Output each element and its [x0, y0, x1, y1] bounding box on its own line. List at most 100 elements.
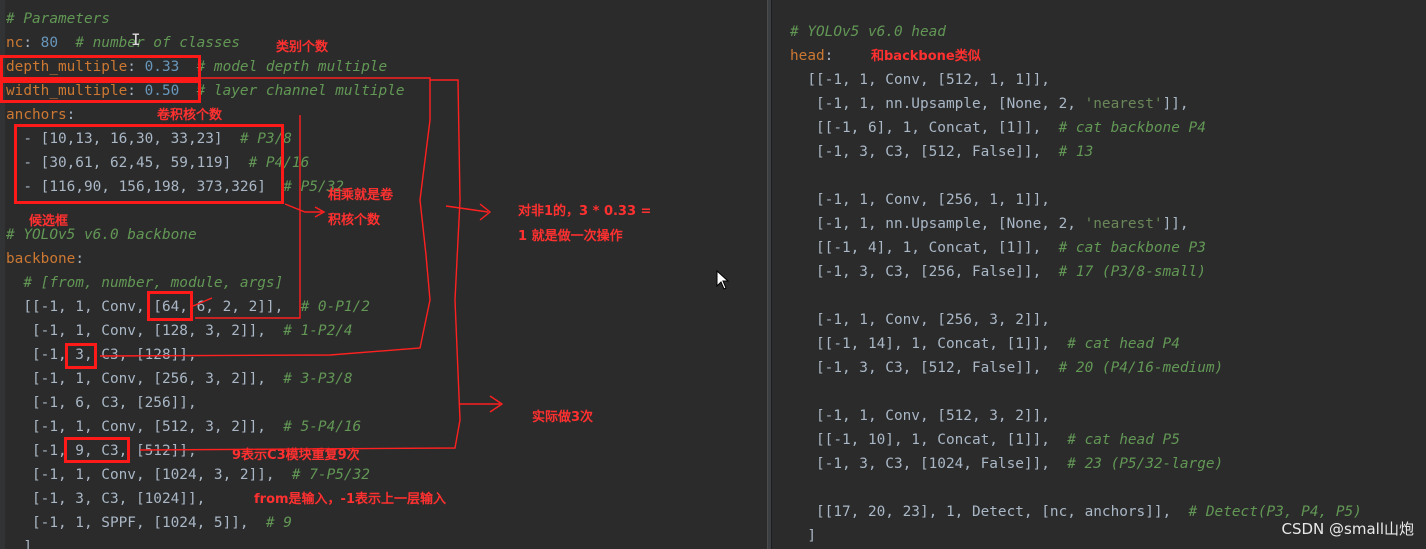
code-token: # 3-P3/8: [283, 371, 353, 387]
code-line[interactable]: # [from, number, module, args]: [6, 271, 283, 295]
note-candidate-box: 候选框: [29, 214, 69, 229]
code-line[interactable]: [-1, 3, C3, [512, False]], # 13: [790, 140, 1093, 164]
code-line[interactable]: [-1, 3, C3, [512, False]], # 20 (P4/16-m…: [790, 356, 1223, 380]
code-line[interactable]: [-1, 1, Conv, [256, 3, 2]],: [790, 308, 1050, 332]
code-line[interactable]: [[-1, 1, Conv, [512, 1, 1]],: [790, 68, 1050, 92]
code-line[interactable]: # YOLOv5 v6.0 head: [790, 20, 946, 44]
code-token: anchors: [6, 107, 67, 123]
code-token: :: [824, 48, 834, 64]
width-multiple-box: [0, 80, 201, 103]
code-token: # YOLOv5 v6.0 head: [790, 24, 946, 40]
code-line[interactable]: [[-1, 6], 1, Concat, [1]], # cat backbon…: [790, 116, 1206, 140]
code-line[interactable]: [-1, 6, C3, [256]],: [6, 391, 197, 415]
code-line[interactable]: [-1, 1, nn.Upsample, [None, 2, 'nearest'…: [790, 212, 1189, 236]
code-token: 80: [40, 35, 58, 51]
code-token: # 20 (P4/16-medium): [1058, 360, 1224, 376]
code-token: # cat backbone P3: [1058, 240, 1206, 256]
code-line[interactable]: backbone:: [6, 247, 84, 271]
code-token: 'nearest': [1084, 96, 1163, 112]
code-token: :: [75, 251, 84, 267]
code-line[interactable]: [[-1, 10], 1, Concat, [1]], # cat head P…: [790, 428, 1180, 452]
code-line[interactable]: [-1, 1, Conv, [512, 3, 2]],: [790, 404, 1050, 428]
code-token: # 23 (P5/32-large): [1067, 456, 1224, 472]
code-token: # 7-P5/32: [291, 467, 370, 483]
code-token: [-1, 6, C3, [256]],: [6, 395, 197, 411]
code-token: # 0-P1/2: [300, 299, 370, 315]
code-token: [-1, 3, C3, [256, False]],: [790, 264, 1059, 280]
code-token: [-1, 1, Conv, [512, 3, 2]],: [6, 419, 284, 435]
code-token: # layer channel multiple: [196, 83, 405, 99]
code-token: [[-1, 1, Conv, [512, 1, 1]],: [790, 72, 1050, 88]
code-line[interactable]: [-1, 3, C3, [1024, False]], # 23 (P5/32-…: [790, 452, 1223, 476]
code-token: # 9: [265, 515, 292, 531]
code-token: [[-1, 10], 1, Concat, [1]],: [790, 432, 1068, 448]
code-token: # 5-P4/16: [283, 419, 362, 435]
c3-9-box: [64, 437, 130, 463]
code-token: [-1, 1, SPPF, [1024, 5]],: [6, 515, 266, 531]
code-token: # number of classes: [75, 35, 240, 51]
code-line[interactable]: ]: [6, 535, 32, 549]
note-kernel-count: 卷积核个数: [157, 108, 223, 123]
code-line[interactable]: # Parameters: [6, 7, 110, 31]
code-token: # cat backbone P4: [1058, 120, 1206, 136]
code-line[interactable]: [-1, 1, Conv, [1024, 3, 2]], # 7-P5/32: [6, 463, 370, 487]
code-line[interactable]: nc: 80 # number of classes: [6, 31, 240, 55]
code-token: [-1, 1, Conv, [128, 3, 2]],: [6, 323, 284, 339]
conv64-box: [147, 291, 193, 321]
watermark: CSDN @small山炮: [1281, 520, 1415, 538]
code-token: ]: [790, 528, 816, 544]
code-line[interactable]: [[-1, 4], 1, Concat, [1]], # cat backbon…: [790, 236, 1206, 260]
code-token: [-1, 1, Conv, [256, 1, 1]],: [790, 192, 1050, 208]
code-token: ]: [6, 539, 32, 549]
code-token: :: [23, 35, 41, 51]
code-line[interactable]: [-1, 1, Conv, [256, 3, 2]], # 3-P3/8: [6, 367, 353, 391]
note-multiply-1: 相乘就是卷: [328, 188, 394, 203]
note-non1-2: 1 就是做一次操作: [518, 229, 623, 244]
code-line[interactable]: [-1, 1, nn.Upsample, [None, 2, 'nearest'…: [790, 92, 1189, 116]
note-head-similar: 和backbone类似: [871, 49, 981, 64]
code-token: [[-1, 4], 1, Concat, [1]],: [790, 240, 1059, 256]
code-line[interactable]: [-1, 1, SPPF, [1024, 5]], # 9: [6, 511, 292, 535]
code-token: [[-1, 14], 1, Concat, [1]],: [790, 336, 1068, 352]
code-line[interactable]: [[-1, 14], 1, Concat, [1]], # cat head P…: [790, 332, 1180, 356]
code-token: [-1, 1, Conv, [1024, 3, 2]],: [6, 467, 292, 483]
code-line[interactable]: [-1, 1, Conv, [128, 3, 2]], # 1-P2/4: [6, 319, 353, 343]
c3-3-box: [65, 343, 97, 369]
code-token: # Parameters: [6, 11, 110, 27]
note-class-count: 类别个数: [276, 40, 329, 55]
code-token: ]],: [1162, 96, 1189, 112]
code-line[interactable]: ]: [790, 524, 816, 548]
code-line[interactable]: [-1, 1, Conv, [512, 3, 2]], # 5-P4/16: [6, 415, 361, 439]
code-line[interactable]: [-1, 3, C3, [1024]],: [6, 487, 205, 511]
code-token: # YOLOv5 v6.0 backbone: [6, 227, 197, 243]
code-line[interactable]: head:: [790, 44, 833, 68]
code-line[interactable]: [-1, 3, C3, [256, False]], # 17 (P3/8-sm…: [790, 260, 1206, 284]
code-token: [-1, 1, Conv, [512, 3, 2]],: [790, 408, 1050, 424]
code-token: [-1, 1, Conv, [256, 3, 2]],: [6, 371, 284, 387]
note-non1-1: 对非1的，3 * 0.33 =: [518, 204, 652, 219]
code-token: # 1-P2/4: [283, 323, 353, 339]
note-c3-repeat: 9表示C3模块重复9次: [232, 448, 360, 463]
code-token: [-1, 3, C3, [128]],: [6, 347, 197, 363]
code-token: backbone: [6, 251, 76, 267]
note-actual-3: 实际做3次: [532, 410, 594, 425]
code-token: # cat head P5: [1067, 432, 1180, 448]
code-token: # model depth multiple: [196, 59, 388, 75]
code-token: [-1, 3, C3, [1024, False]],: [790, 456, 1068, 472]
editor-pane-right[interactable]: # YOLOv5 v6.0 head head: [[-1, 1, Conv, […: [772, 0, 1426, 549]
code-token: nc: [6, 35, 24, 51]
code-line[interactable]: [-1, 1, Conv, [256, 1, 1]],: [790, 188, 1050, 212]
code-token: [-1, 3, C3, [512, False]],: [790, 360, 1059, 376]
code-token: head: [790, 48, 825, 64]
code-token: [-1, 1, nn.Upsample, [None, 2,: [790, 216, 1085, 232]
code-line[interactable]: [[17, 20, 23], 1, Detect, [nc, anchors]]…: [790, 500, 1362, 524]
code-token: [-1, 3, C3, [512, False]],: [790, 144, 1059, 160]
note-multiply-2: 积核个数: [328, 213, 381, 228]
depth-multiple-box: [0, 55, 201, 80]
code-token: # [from, number, module, args]: [23, 275, 284, 291]
code-token: ]],: [1162, 216, 1189, 232]
code-line[interactable]: [-1, 3, C3, [128]],: [6, 343, 197, 367]
code-token: :: [66, 107, 76, 123]
